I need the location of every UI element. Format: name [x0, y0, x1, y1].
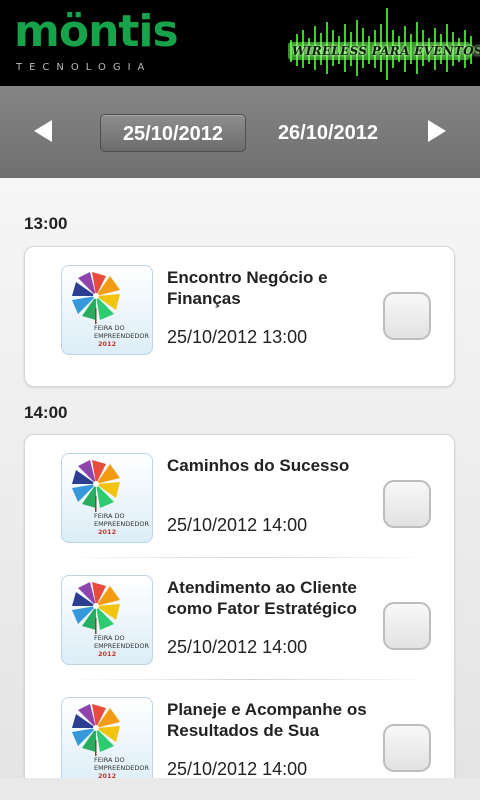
logo-word: möntis: [14, 6, 179, 57]
pinwheel-icon: [72, 582, 120, 634]
date-navigation: 25/10/2012 26/10/2012: [0, 86, 480, 178]
event-title: Caminhos do Sucesso: [167, 456, 350, 475]
date-tab-active[interactable]: 25/10/2012: [100, 114, 246, 152]
sound-wave-icon: [288, 8, 472, 80]
banner-text: WIRELESS PARA EVENTOS: [292, 44, 480, 58]
thumbnail-caption: FEIRA DO EMPREENDEDOR: [94, 634, 149, 650]
event-checkbox[interactable]: [383, 602, 431, 650]
event-datetime: 25/10/2012 13:00: [167, 327, 308, 347]
logo-subtitle: TECNOLOGIA: [16, 62, 152, 73]
event-title: Encontro Negócio e Finanças: [167, 268, 328, 308]
chevron-right-icon[interactable]: [428, 120, 446, 142]
event-checkbox[interactable]: [383, 292, 431, 340]
pinwheel-icon: [72, 272, 120, 324]
chevron-left-icon[interactable]: [34, 120, 52, 142]
thumbnail-year: 2012: [98, 528, 117, 536]
thumbnail-caption: FEIRA DO EMPREENDEDOR: [94, 756, 149, 772]
event-thumbnail: FEIRA DO EMPREENDEDOR 2012: [61, 697, 153, 778]
event-thumbnail: FEIRA DO EMPREENDEDOR 2012: [61, 575, 153, 665]
mantis-logo: möntis TECNOLOGIA: [14, 6, 179, 74]
event-datetime: 25/10/2012 14:00: [167, 759, 308, 778]
pinwheel-icon: [72, 704, 120, 756]
time-header: 13:00: [24, 214, 68, 233]
event-title: Planeje e Acompanhe os Resultados de Sua: [167, 700, 367, 740]
event-item[interactable]: FEIRA DO EMPREENDEDOR 2012 Caminhos do Su…: [25, 435, 454, 555]
time-header: 14:00: [24, 403, 68, 422]
thumbnail-caption: FEIRA DO EMPREENDEDOR: [94, 324, 149, 340]
event-item[interactable]: FEIRA DO EMPREENDEDOR 2012 Planeje e Acom…: [25, 679, 454, 778]
wireless-banner: WIRELESS PARA EVENTOS: [284, 0, 480, 86]
time-group-card: FEIRA DO EMPREENDEDOR 2012 Caminhos do Su…: [24, 434, 455, 778]
thumbnail-year: 2012: [98, 340, 117, 348]
event-datetime: 25/10/2012 14:00: [167, 637, 308, 657]
event-datetime: 25/10/2012 14:00: [167, 515, 308, 535]
app-header: möntis TECNOLOGIA WIRELESS PARA EVENTOS: [0, 0, 480, 86]
event-checkbox[interactable]: [383, 480, 431, 528]
event-item[interactable]: FEIRA DO EMPREENDEDOR 2012 Atendimento ao…: [25, 557, 454, 677]
event-checkbox[interactable]: [383, 724, 431, 772]
date-tab-next[interactable]: 26/10/2012: [262, 114, 394, 152]
thumbnail-year: 2012: [98, 650, 117, 658]
bottom-strip: [0, 778, 480, 800]
event-thumbnail: FEIRA DO EMPREENDEDOR 2012: [61, 453, 153, 543]
pinwheel-icon: [72, 460, 120, 512]
event-thumbnail: FEIRA DO EMPREENDEDOR 2012: [61, 265, 153, 355]
time-group-card: FEIRA DO EMPREENDEDOR 2012 Encontro Negóc…: [24, 246, 455, 387]
event-title: Atendimento ao Cliente como Fator Estrat…: [167, 578, 357, 618]
schedule-list[interactable]: 13:00 FEIRA DO EMPREENDEDOR 2012 Encontr…: [0, 178, 480, 778]
event-item[interactable]: FEIRA DO EMPREENDEDOR 2012 Encontro Negóc…: [25, 247, 454, 367]
thumbnail-caption: FEIRA DO EMPREENDEDOR: [94, 512, 149, 528]
